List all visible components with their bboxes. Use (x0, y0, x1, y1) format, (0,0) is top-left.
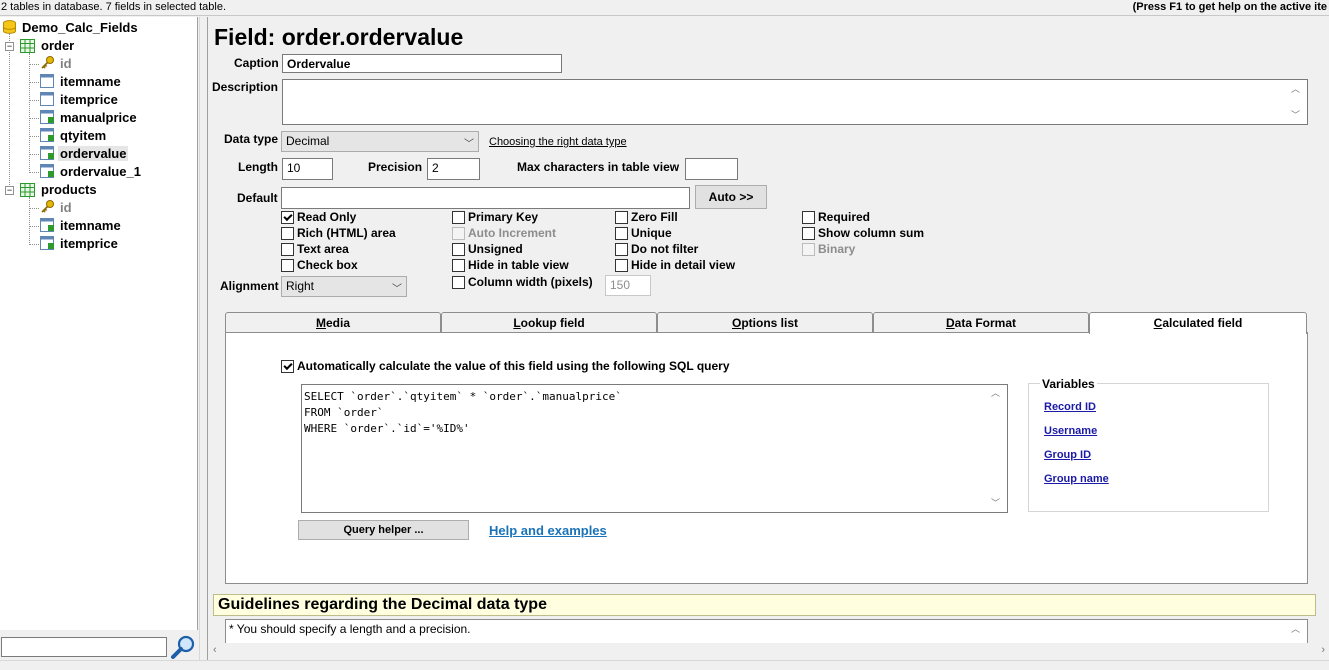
sql-line: SELECT `order`.`qtyitem` * `order`.`manu… (304, 390, 622, 403)
field-icon (40, 74, 54, 88)
tree-search-input[interactable] (1, 637, 167, 657)
maxchars-label: Max characters in table view (517, 160, 680, 174)
help-examples-link[interactable]: Help and examples (489, 523, 607, 538)
number-field-icon (40, 164, 54, 178)
guidelines-title: Guidelines regarding the Decimal data ty… (213, 594, 1316, 616)
guidelines-text: * You should specify a length and a prec… (225, 619, 1308, 645)
table-icon (20, 183, 35, 197)
guideline-line: * You should specify a length and a prec… (229, 622, 471, 636)
tree-field-order-itemprice[interactable]: itemprice (58, 91, 120, 109)
status-text-left: 2 tables in database. 7 fields in select… (1, 1, 227, 13)
precision-input[interactable]: 2 (427, 158, 480, 180)
tab-media[interactable]: Media (225, 312, 441, 333)
column-width-input: 150 (605, 275, 651, 296)
checkmark-icon (283, 360, 293, 371)
variable-group-name-link[interactable]: Group name (1044, 473, 1109, 485)
description-textarea[interactable] (282, 79, 1308, 125)
scroll-up-icon[interactable]: ︿ (991, 386, 1000, 399)
tree-database-node[interactable]: Demo_Calc_Fields (20, 19, 140, 37)
caption-label: Caption (234, 56, 279, 70)
variable-record-id-link[interactable]: Record ID (1044, 401, 1096, 413)
variables-title: Variables (1040, 377, 1097, 391)
key-icon (41, 56, 54, 69)
caption-input[interactable]: Ordervalue (282, 54, 562, 73)
scroll-up-icon[interactable]: ︿ (1291, 82, 1300, 95)
status-bar: 2 tables in database. 7 fields in select… (0, 0, 1329, 16)
alignment-label: Alignment (220, 279, 279, 293)
tree-field-products-itemname[interactable]: itemname (58, 217, 123, 235)
bottom-bar (0, 660, 1329, 670)
tree-field-order-manualprice[interactable]: manualprice (58, 109, 139, 127)
length-input[interactable]: 10 (282, 158, 333, 180)
variable-group-id-link[interactable]: Group ID (1044, 449, 1091, 461)
sql-line: FROM `order` (304, 406, 384, 419)
query-helper-button[interactable]: Query helper ... (298, 520, 469, 540)
tree-field-order-ordervalue-1[interactable]: ordervalue_1 (58, 163, 143, 181)
key-icon (41, 200, 54, 213)
tree-database-label: Demo_Calc_Fields (22, 20, 138, 35)
variable-username-link[interactable]: Username (1044, 425, 1097, 437)
number-field-icon (40, 236, 54, 250)
sql-line: WHERE `order`.`id`='%ID%' (304, 422, 470, 435)
tree-field-order-qtyitem[interactable]: qtyitem (58, 127, 108, 145)
horizontal-scrollbar[interactable]: ‹ › (209, 643, 1329, 660)
collapse-products-icon[interactable]: − (5, 186, 14, 195)
alignment-select[interactable]: Right ﹀ (281, 276, 407, 297)
tab-options-list[interactable]: Options list (657, 312, 873, 333)
number-field-icon (40, 128, 54, 142)
maxchars-input[interactable] (685, 158, 738, 180)
tree-table-label: order (41, 38, 75, 53)
default-label: Default (237, 191, 278, 205)
panel-splitter[interactable] (199, 17, 208, 660)
tree-table-order[interactable]: order (39, 37, 76, 55)
sql-query-textarea[interactable]: SELECT `order`.`qtyitem` * `order`.`manu… (301, 384, 1008, 513)
search-icon[interactable] (170, 634, 196, 660)
collapse-order-icon[interactable]: − (5, 42, 14, 51)
tree-field-order-itemname[interactable]: itemname (58, 73, 123, 91)
scroll-left-icon[interactable]: ‹ (213, 644, 217, 656)
tab-lookup-field[interactable]: Lookup field (441, 312, 657, 333)
page-title: Field: order.ordervalue (214, 24, 464, 50)
default-input[interactable] (281, 187, 690, 209)
database-icon (3, 20, 16, 34)
database-tree[interactable]: Demo_Calc_Fields − order id itemname ite… (0, 17, 198, 630)
chevron-down-icon: ﹀ (464, 139, 474, 150)
number-field-icon (40, 146, 54, 160)
length-label: Length (238, 160, 278, 174)
scroll-right-icon[interactable]: › (1321, 644, 1325, 656)
description-label: Description (212, 80, 279, 94)
choosing-datatype-link[interactable]: Choosing the right data type (489, 136, 627, 148)
tree-field-products-itemprice[interactable]: itemprice (58, 235, 120, 253)
tab-calculated-field[interactable]: Calculated field (1089, 312, 1307, 334)
datatype-select[interactable]: Decimal ﹀ (281, 131, 479, 152)
chevron-down-icon: ﹀ (392, 284, 402, 295)
tree-table-products[interactable]: products (39, 181, 99, 199)
checkmark-icon (283, 211, 293, 222)
number-field-icon (40, 110, 54, 124)
auto-button[interactable]: Auto >> (695, 185, 767, 209)
tree-field-products-id[interactable]: id (58, 199, 74, 217)
precision-label: Precision (368, 160, 423, 174)
tree-field-order-ordervalue[interactable]: ordervalue (58, 145, 129, 163)
table-icon (20, 39, 35, 53)
number-field-icon (40, 218, 54, 232)
scroll-down-icon[interactable]: ﹀ (1291, 108, 1300, 121)
scroll-up-icon[interactable]: ︿ (1291, 622, 1300, 635)
field-icon (40, 92, 54, 106)
status-text-right: (Press F1 to get help on the active ite (1132, 1, 1327, 13)
datatype-label: Data type (224, 132, 279, 146)
tree-field-order-id[interactable]: id (58, 55, 74, 73)
scroll-down-icon[interactable]: ﹀ (991, 496, 1000, 509)
tab-data-format[interactable]: Data Format (873, 312, 1089, 333)
